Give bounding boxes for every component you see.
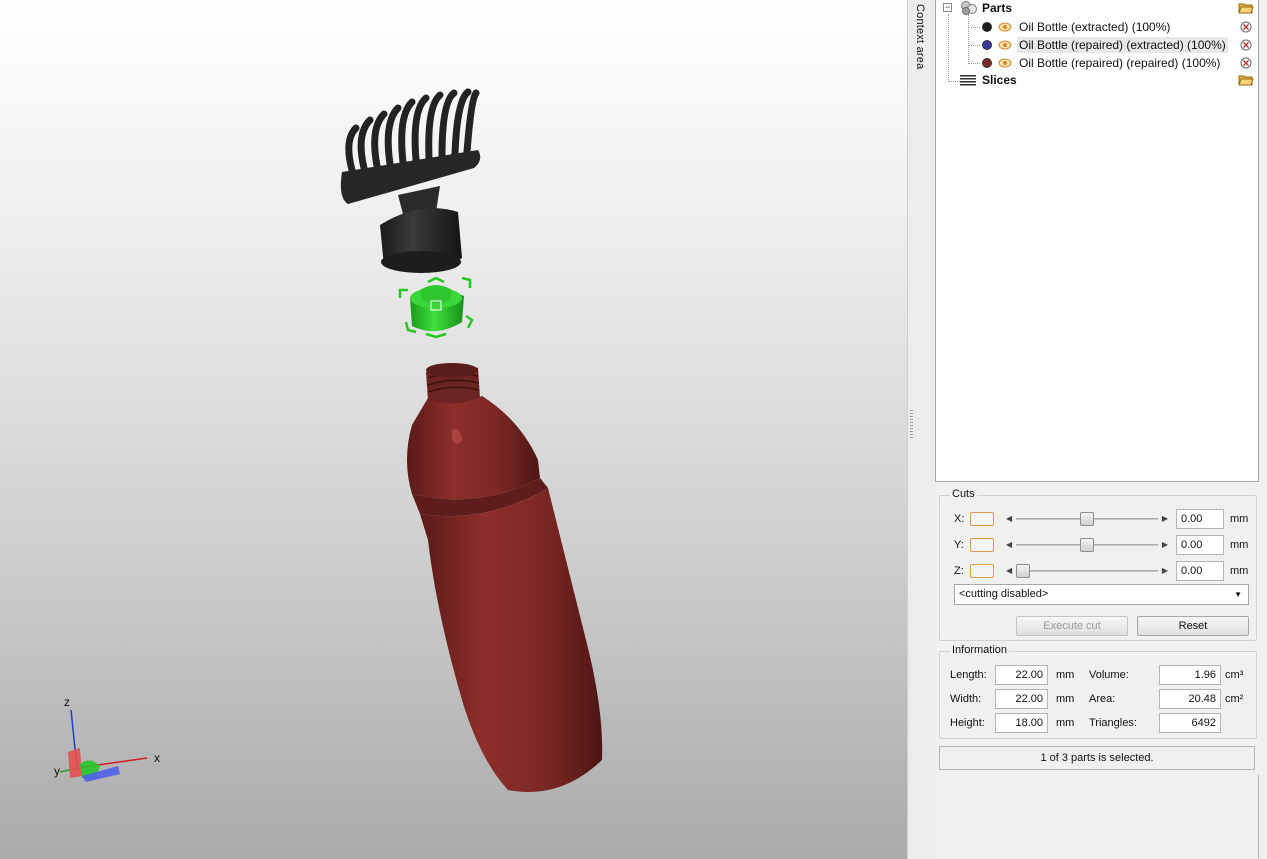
- splitter-grip-handle[interactable]: [910, 410, 913, 440]
- slider-left-arrow-icon[interactable]: ◀: [1006, 512, 1012, 526]
- cut-slider-z[interactable]: ◀ ▶: [1004, 564, 1170, 578]
- height-unit: mm: [1056, 717, 1075, 729]
- cut-axis-row-z: Z: ◀ ▶ 0.00 mm: [940, 561, 1256, 581]
- triangles-value: 6492: [1159, 713, 1221, 733]
- information-group-title: Information: [950, 644, 1010, 656]
- slider-thumb[interactable]: [1016, 564, 1030, 578]
- width-unit: mm: [1056, 693, 1075, 705]
- axis-x-label: x: [154, 751, 160, 765]
- part-name-label: Oil Bottle (repaired) (extracted) (100%): [1017, 37, 1228, 53]
- volume-label: Volume:: [1089, 669, 1129, 681]
- triangles-label: Triangles:: [1089, 717, 1137, 729]
- area-unit: cm²: [1225, 693, 1244, 705]
- selection-status-bar: 1 of 3 parts is selected.: [939, 746, 1255, 770]
- scene-canvas[interactable]: z y x: [0, 0, 907, 859]
- height-value: 18.00: [995, 713, 1048, 733]
- cut-axis-toggle[interactable]: [970, 564, 994, 578]
- cut-value-field-z[interactable]: 0.00: [1176, 561, 1224, 581]
- axis-y-label: y: [54, 764, 60, 778]
- cuts-group: Cuts X: ◀ ▶ 0.00 mm Y: ◀ ▶ 0.00 mm Z: ◀ …: [939, 488, 1257, 641]
- cut-axis-toggle[interactable]: [970, 538, 994, 552]
- selected-insert-part-model[interactable]: [398, 276, 474, 339]
- visibility-eye-icon[interactable]: [998, 58, 1012, 68]
- width-label: Width:: [950, 693, 982, 705]
- cutting-mode-select[interactable]: <cutting disabled> ▼: [954, 584, 1249, 605]
- cut-value-field-x[interactable]: 0.00: [1176, 509, 1224, 529]
- remove-part-icon[interactable]: [1240, 39, 1252, 51]
- cut-value-field-y[interactable]: 0.00: [1176, 535, 1224, 555]
- cut-unit-label: mm: [1230, 513, 1249, 525]
- width-value: 22.00: [995, 689, 1048, 709]
- comb-part-model[interactable]: [340, 88, 481, 273]
- cut-axis-row-y: Y: ◀ ▶ 0.00 mm: [940, 535, 1256, 555]
- visibility-eye-icon[interactable]: [998, 40, 1012, 50]
- cut-axis-label: Z:: [954, 565, 964, 577]
- slider-thumb[interactable]: [1080, 512, 1094, 526]
- 3d-viewport[interactable]: z y x: [0, 0, 907, 859]
- folder-open-icon[interactable]: [1238, 2, 1254, 14]
- bottle-part-model[interactable]: [407, 363, 603, 792]
- tree-part-row[interactable]: Oil Bottle (repaired) (extracted) (100%): [936, 36, 1258, 54]
- axis-z-label: z: [64, 695, 70, 709]
- tree-node-slices[interactable]: Slices: [936, 72, 1258, 90]
- slider-right-arrow-icon[interactable]: ▶: [1162, 512, 1168, 526]
- orientation-axes-gizmo: z y x: [54, 695, 160, 782]
- execute-cut-button[interactable]: Execute cut: [1016, 616, 1128, 636]
- volume-unit: cm³: [1225, 669, 1244, 681]
- slider-thumb[interactable]: [1080, 538, 1094, 552]
- cut-axis-toggle[interactable]: [970, 512, 994, 526]
- context-area-label: Context area: [914, 4, 926, 70]
- visibility-eye-icon[interactable]: [998, 22, 1012, 32]
- cut-unit-label: mm: [1230, 565, 1249, 577]
- parts-tree[interactable]: − Parts Oil Bottle (extracted) (100%) Oi…: [935, 0, 1259, 482]
- volume-value: 1.96: [1159, 665, 1221, 685]
- cut-unit-label: mm: [1230, 539, 1249, 551]
- parts-group-icon: [961, 1, 977, 15]
- remove-part-icon[interactable]: [1240, 57, 1252, 69]
- length-unit: mm: [1056, 669, 1075, 681]
- part-color-swatch: [982, 58, 992, 68]
- panel-empty-area: [935, 775, 1259, 859]
- cuts-group-title: Cuts: [950, 488, 977, 500]
- slider-left-arrow-icon[interactable]: ◀: [1006, 564, 1012, 578]
- slider-right-arrow-icon[interactable]: ▶: [1162, 538, 1168, 552]
- area-value: 20.48: [1159, 689, 1221, 709]
- context-area-tab[interactable]: Context area: [907, 0, 935, 859]
- length-value: 22.00: [995, 665, 1048, 685]
- right-panel: − Parts Oil Bottle (extracted) (100%) Oi…: [935, 0, 1267, 859]
- height-label: Height:: [950, 717, 985, 729]
- cutting-mode-value: <cutting disabled>: [959, 588, 1049, 600]
- reset-button[interactable]: Reset: [1137, 616, 1249, 636]
- slices-node-label: Slices: [982, 73, 1017, 87]
- slices-stack-icon: [960, 75, 976, 86]
- part-color-swatch: [982, 22, 992, 32]
- folder-open-icon[interactable]: [1238, 74, 1254, 86]
- area-label: Area:: [1089, 693, 1116, 705]
- length-label: Length:: [950, 669, 987, 681]
- cut-axis-label: Y:: [954, 539, 964, 551]
- collapse-toggle-icon[interactable]: −: [943, 3, 952, 12]
- cut-slider-y[interactable]: ◀ ▶: [1004, 538, 1170, 552]
- tree-node-parts[interactable]: − Parts: [936, 0, 1258, 18]
- cut-slider-x[interactable]: ◀ ▶: [1004, 512, 1170, 526]
- tree-part-row[interactable]: Oil Bottle (repaired) (repaired) (100%): [936, 54, 1258, 72]
- slider-left-arrow-icon[interactable]: ◀: [1006, 538, 1012, 552]
- slider-track[interactable]: [1016, 570, 1158, 572]
- information-group: Information Length: 22.00 mm Width: 22.0…: [939, 644, 1257, 739]
- tree-part-row[interactable]: Oil Bottle (extracted) (100%): [936, 18, 1258, 36]
- part-name-label: Oil Bottle (repaired) (repaired) (100%): [1019, 56, 1221, 70]
- part-color-swatch: [982, 40, 992, 50]
- cut-axis-row-x: X: ◀ ▶ 0.00 mm: [940, 509, 1256, 529]
- chevron-down-icon[interactable]: ▼: [1234, 585, 1242, 604]
- part-name-label: Oil Bottle (extracted) (100%): [1019, 20, 1171, 34]
- slider-right-arrow-icon[interactable]: ▶: [1162, 564, 1168, 578]
- cut-axis-label: X:: [954, 513, 965, 525]
- remove-part-icon[interactable]: [1240, 21, 1252, 33]
- parts-node-label: Parts: [982, 1, 1013, 15]
